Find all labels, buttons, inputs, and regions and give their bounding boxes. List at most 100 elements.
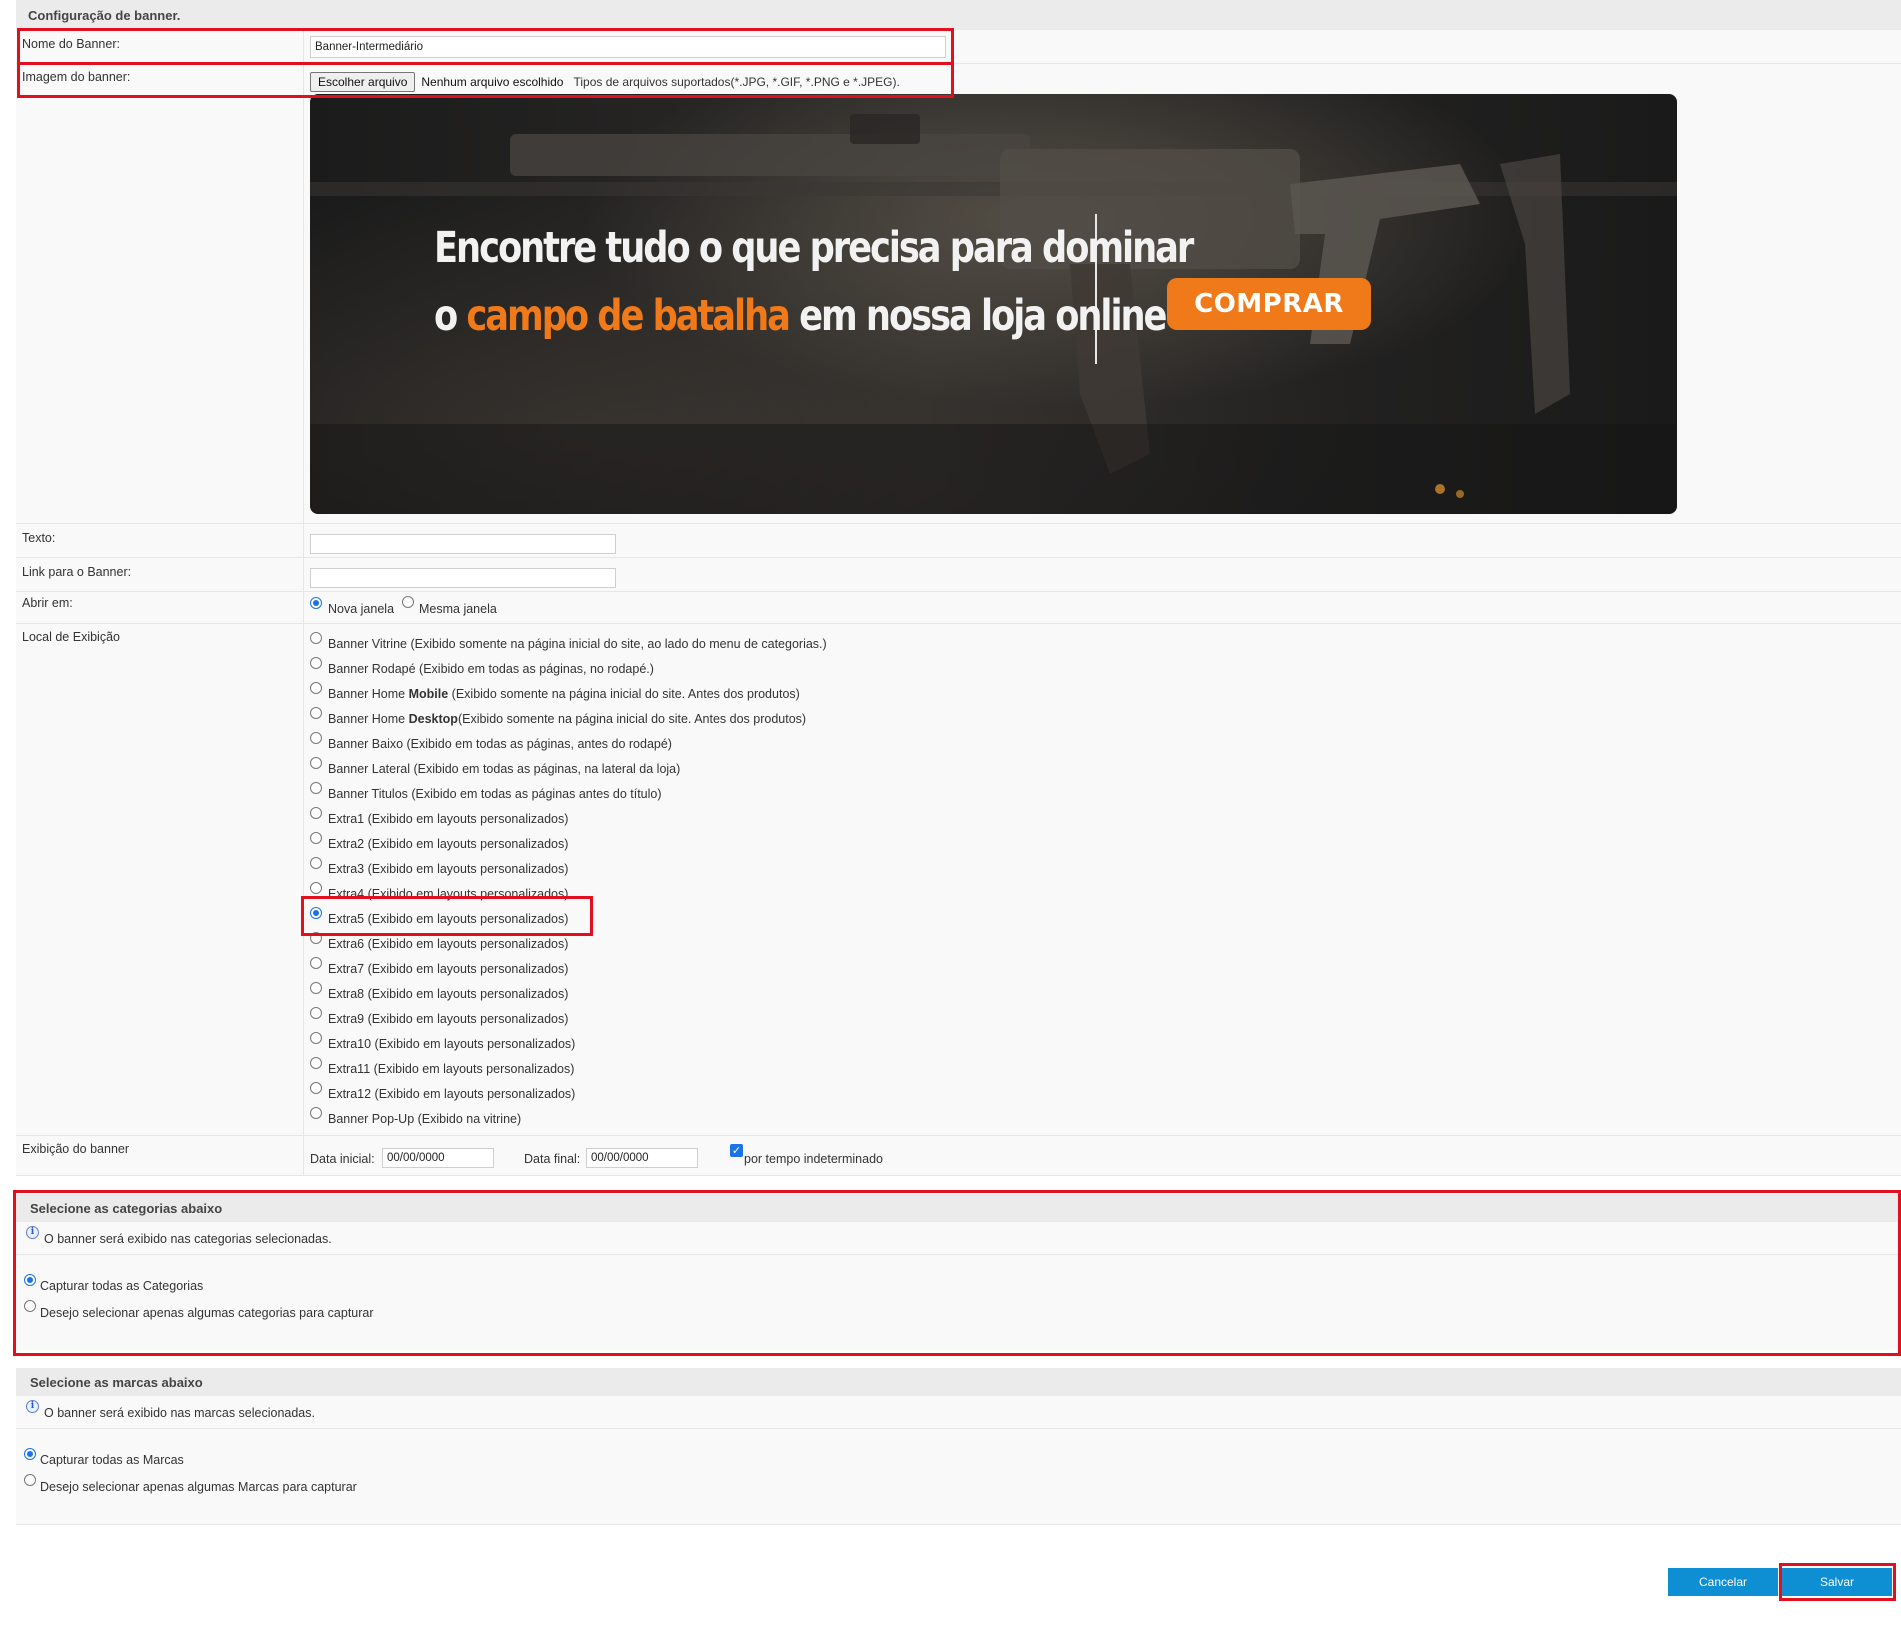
texto-input[interactable] <box>310 534 616 554</box>
local-option-label: Extra8 (Exibido em layouts personalizado… <box>328 987 568 1001</box>
local-option-text: Extra9 (Exibido em layouts personalizado… <box>328 1012 569 1026</box>
texto-label: Texto: <box>22 531 56 545</box>
local-option-text: Extra12 (Exibido em layouts personalizad… <box>328 1087 576 1101</box>
local-option-label: Banner Baixo (Exibido em todas as página… <box>328 737 672 751</box>
radio-local-option[interactable] <box>310 957 322 969</box>
radio-local-option[interactable] <box>310 907 322 919</box>
row-nome-banner: Nome do Banner: <box>16 30 1901 64</box>
choose-file-button[interactable]: Escolher arquivo <box>310 72 416 92</box>
local-option-label: Banner Pop-Up (Exibido na vitrine) <box>328 1112 521 1126</box>
data-inicial-input[interactable] <box>382 1148 494 1168</box>
radio-local-option[interactable] <box>310 657 322 669</box>
todas-categorias-label: Capturar todas as Categorias <box>40 1279 204 1293</box>
radio-local-option[interactable] <box>310 782 322 794</box>
local-option-text: Extra3 (Exibido em layouts personalizado… <box>328 862 569 876</box>
radio-local-option[interactable] <box>310 882 322 894</box>
radio-local-option[interactable] <box>310 1057 322 1069</box>
radio-local-option[interactable] <box>310 682 322 694</box>
exibicao-banner-label: Exibição do banner <box>22 1142 130 1156</box>
indeterminado-label: por tempo indeterminado <box>744 1152 883 1166</box>
local-option-label: Banner Titulos (Exibido em todas as pági… <box>328 787 662 801</box>
row-imagem-banner: Imagem do banner: Escolher arquivo Nenhu… <box>16 64 1901 524</box>
banner-headline-highlight: campo de batalha <box>466 291 791 341</box>
divider <box>16 1254 1901 1255</box>
radio-todas-marcas[interactable] <box>24 1448 36 1460</box>
row-abrir-em: Abrir em: Nova janela Mesma janela <box>16 592 1901 624</box>
marcas-header: Selecione as marcas abaixo <box>16 1368 1901 1396</box>
row-local-exibicao: Local de Exibição Banner Vitrine (Exibid… <box>16 624 1901 1136</box>
radio-local-option[interactable] <box>310 982 322 994</box>
banner-headline-line2: o campo de batalha em nossa loja online <box>434 282 1167 350</box>
save-button[interactable]: Salvar <box>1782 1568 1892 1596</box>
data-final-input[interactable] <box>586 1148 698 1168</box>
radio-local-option[interactable] <box>310 932 322 944</box>
local-option-text: Extra5 (Exibido em layouts personalizado… <box>328 912 569 926</box>
local-option-text: Banner Home <box>328 687 409 701</box>
banner-preview-image: Encontre tudo o que precisa para dominar… <box>310 94 1677 514</box>
nome-banner-label: Nome do Banner: <box>22 37 120 51</box>
banner-headline: Encontre tudo o que precisa para dominar… <box>434 214 1194 350</box>
local-option-label: Banner Rodapé (Exibido em todas as págin… <box>328 662 654 676</box>
radio-algumas-marcas[interactable] <box>24 1474 36 1486</box>
radio-nova-janela[interactable] <box>310 597 322 609</box>
row-divider <box>303 30 304 63</box>
categorias-header: Selecione as categorias abaixo <box>16 1194 1901 1222</box>
radio-local-option[interactable] <box>310 1032 322 1044</box>
radio-local-option[interactable] <box>310 707 322 719</box>
radio-local-option[interactable] <box>310 732 322 744</box>
local-option-text-suffix: (Exibido somente na página inicial do si… <box>457 712 807 726</box>
info-icon: i <box>26 1226 39 1239</box>
mesma-janela-label: Mesma janela <box>419 602 497 616</box>
data-inicial-label: Data inicial: <box>310 1152 375 1166</box>
banner-cta-label: COMPRAR <box>1194 289 1344 319</box>
algumas-categorias-label: Desejo selecionar apenas algumas categor… <box>40 1306 374 1320</box>
local-option-label: Extra4 (Exibido em layouts personalizado… <box>328 887 568 901</box>
row-divider <box>303 558 304 591</box>
radio-local-option[interactable] <box>310 1082 322 1094</box>
radio-local-option[interactable] <box>310 807 322 819</box>
nome-banner-input[interactable] <box>310 36 946 58</box>
local-option-label: Extra7 (Exibido em layouts personalizado… <box>328 962 568 976</box>
local-option-label: Extra5 (Exibido em layouts personalizado… <box>328 912 568 926</box>
row-divider <box>303 592 304 623</box>
banner-config-title: Configuração de banner. <box>28 7 181 23</box>
local-option-label: Extra6 (Exibido em layouts personalizado… <box>328 937 568 951</box>
marcas-title: Selecione as marcas abaixo <box>30 1374 203 1390</box>
radio-local-option[interactable] <box>310 832 322 844</box>
local-option-text: Banner Vitrine (Exibido somente na págin… <box>328 637 827 651</box>
info-icon: i <box>26 1400 39 1413</box>
marcas-panel: i O banner será exibido nas marcas selec… <box>16 1396 1901 1525</box>
indeterminado-checkbox[interactable]: ✓ <box>730 1144 743 1157</box>
local-option-label: Banner Vitrine (Exibido somente na págin… <box>328 637 827 651</box>
local-option-label: Extra12 (Exibido em layouts personalizad… <box>328 1087 575 1101</box>
file-picker: Escolher arquivo Nenhum arquivo escolhid… <box>310 72 900 92</box>
local-option-text: Extra11 (Exibido em layouts personalizad… <box>328 1062 575 1076</box>
row-texto: Texto: <box>16 524 1901 558</box>
banner-headline-prefix: o <box>434 291 458 341</box>
no-file-chosen-text: Nenhum arquivo escolhido <box>421 75 564 89</box>
radio-local-option[interactable] <box>310 857 322 869</box>
abrir-em-label: Abrir em: <box>22 596 73 610</box>
link-input[interactable] <box>310 568 616 588</box>
local-option-bold-text: Mobile <box>408 687 449 701</box>
local-option-text: Banner Home <box>328 712 409 726</box>
local-option-text: Banner Rodapé (Exibido em todas as págin… <box>328 662 654 676</box>
radio-local-option[interactable] <box>310 1107 322 1119</box>
local-option-label: Extra11 (Exibido em layouts personalizad… <box>328 1062 574 1076</box>
supported-file-types: Tipos de arquivos suportados(*.JPG, *.GI… <box>573 75 900 89</box>
local-option-label: Extra1 (Exibido em layouts personalizado… <box>328 812 568 826</box>
row-exibicao-banner: Exibição do banner Data inicial: Data fi… <box>16 1136 1901 1176</box>
categorias-panel: i O banner será exibido nas categorias s… <box>16 1222 1901 1350</box>
cancel-button[interactable]: Cancelar <box>1668 1568 1778 1596</box>
imagem-banner-label: Imagem do banner: <box>22 70 131 84</box>
row-link: Link para o Banner: <box>16 558 1901 592</box>
radio-todas-categorias[interactable] <box>24 1274 36 1286</box>
local-option-label: Extra10 (Exibido em layouts personalizad… <box>328 1037 575 1051</box>
radio-mesma-janela[interactable] <box>402 596 414 608</box>
banner-headline-suffix: em nossa loja online <box>799 291 1167 341</box>
radio-local-option[interactable] <box>310 632 322 644</box>
radio-algumas-categorias[interactable] <box>24 1300 36 1312</box>
radio-local-option[interactable] <box>310 757 322 769</box>
banner-config-header: Configuração de banner. <box>16 0 1901 30</box>
radio-local-option[interactable] <box>310 1007 322 1019</box>
